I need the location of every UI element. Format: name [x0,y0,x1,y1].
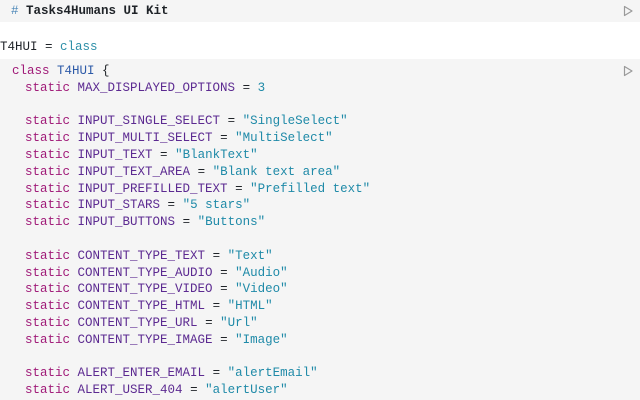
static-field-line: static INPUT_TEXT = "BlankText" [12,147,370,164]
static-field-line: static CONTENT_TYPE_URL = "Url" [12,315,370,332]
field-value: "HTML" [227,299,273,314]
field-value: "Blank text area" [212,164,341,179]
static-field-line: static CONTENT_TYPE_TEXT = "Text" [12,248,370,265]
field-value: 3 [257,80,266,95]
equals-operator: = [205,366,228,381]
class-keyword: class [12,64,50,78]
field-value: "Prefilled text" [250,181,371,196]
field-value: "Video" [235,282,288,297]
heading-title: Tasks4Humans UI Kit [26,4,169,18]
field-name: CONTENT_TYPE_URL [77,315,198,330]
static-keyword: static [25,282,71,297]
static-keyword: static [25,265,71,280]
static-field-line: static CONTENT_TYPE_VIDEO = "Video" [12,281,370,298]
static-field-line: static ALERT_USER_404 = "alertUser" [12,382,370,399]
static-field-line: static INPUT_PREFILLED_TEXT = "Prefilled… [12,181,370,198]
static-keyword: static [25,366,71,381]
field-name: ALERT_ENTER_EMAIL [77,366,206,381]
static-field-line: static ALERT_ENTER_EMAIL = "alertEmail" [12,365,370,382]
field-name: ALERT_USER_404 [77,383,183,398]
equals-operator: = [175,215,198,230]
field-value: "BlankText" [175,147,258,162]
equals-operator: = [212,265,236,280]
equals-operator: = [212,131,236,146]
open-brace: { [94,64,110,78]
static-keyword: static [25,248,71,263]
equals-operator: = [235,80,258,95]
code-editor[interactable]: class T4HUI { static MAX_DISPLAYED_OPTIO… [12,63,370,399]
static-keyword: static [25,114,71,129]
equals-operator: = [197,315,221,330]
equals-operator: = [212,332,236,347]
field-name: INPUT_TEXT_AREA [77,164,191,179]
equals-operator: = [190,164,213,179]
field-name: CONTENT_TYPE_VIDEO [77,282,213,297]
equals-operator: = [220,114,243,129]
static-keyword: static [25,315,71,330]
field-value: "alertUser" [205,383,288,398]
field-name: MAX_DISPLAYED_OPTIONS [77,80,236,95]
equals-operator: = [182,383,206,398]
class-name: T4HUI [57,64,95,78]
heading-hash: # [11,4,19,18]
static-keyword: static [25,299,71,314]
static-field-line: static INPUT_TEXT_AREA = "Blank text are… [12,164,370,181]
field-name: CONTENT_TYPE_IMAGE [77,332,213,347]
output-value: class [60,40,98,54]
field-name: INPUT_STARS [77,198,161,213]
equals-operator: = [227,181,251,196]
field-name: CONTENT_TYPE_TEXT [77,248,206,263]
class-declaration-line: class T4HUI { [12,63,370,80]
field-value: "alertEmail" [227,366,318,381]
field-name: INPUT_BUTTONS [77,215,176,230]
markdown-cell[interactable]: # Tasks4Humans UI Kit [0,0,640,22]
output-name: T4HUI [0,40,38,54]
field-name: CONTENT_TYPE_AUDIO [77,265,213,280]
static-keyword: static [25,147,71,162]
cell-output: T4HUI = class [0,39,98,55]
static-keyword: static [25,181,71,196]
field-name: INPUT_MULTI_SELECT [77,131,213,146]
static-keyword: static [25,198,71,213]
field-value: "Audio" [235,265,288,280]
equals-operator: = [152,147,176,162]
static-field-line: static INPUT_SINGLE_SELECT = "SingleSele… [12,113,370,130]
static-field-line: static CONTENT_TYPE_AUDIO = "Audio" [12,265,370,282]
equals-operator: = [205,299,228,314]
field-value: "5 stars" [182,198,251,213]
field-value: "SingleSelect" [242,114,348,129]
output-equals: = [37,40,61,54]
field-value: "Text" [227,248,273,263]
field-value: "Url" [220,315,258,330]
static-field-line: static INPUT_BUTTONS = "Buttons" [12,214,370,231]
field-name: CONTENT_TYPE_HTML [77,299,206,314]
static-keyword: static [25,164,71,179]
play-icon[interactable] [622,65,634,77]
static-keyword: static [25,215,71,230]
field-value: "Image" [235,332,288,347]
field-value: "Buttons" [197,215,266,230]
field-value: "MultiSelect" [235,131,333,146]
static-field-line: static CONTENT_TYPE_HTML = "HTML" [12,298,370,315]
play-icon[interactable] [622,5,634,17]
static-field-line: static MAX_DISPLAYED_OPTIONS = 3 [12,80,370,97]
static-keyword: static [25,131,71,146]
equals-operator: = [160,198,183,213]
field-name: INPUT_SINGLE_SELECT [77,114,221,129]
field-name: INPUT_PREFILLED_TEXT [77,181,228,196]
static-field-line: static INPUT_MULTI_SELECT = "MultiSelect… [12,130,370,147]
static-keyword: static [25,332,71,347]
field-name: INPUT_TEXT [77,147,153,162]
equals-operator: = [205,248,228,263]
code-cell[interactable]: class T4HUI { static MAX_DISPLAYED_OPTIO… [0,59,640,400]
static-field-line: static CONTENT_TYPE_IMAGE = "Image" [12,332,370,349]
static-field-line: static INPUT_STARS = "5 stars" [12,197,370,214]
cell-heading: # Tasks4Humans UI Kit [11,3,169,19]
static-keyword: static [25,80,71,95]
equals-operator: = [212,282,236,297]
static-keyword: static [25,383,71,398]
